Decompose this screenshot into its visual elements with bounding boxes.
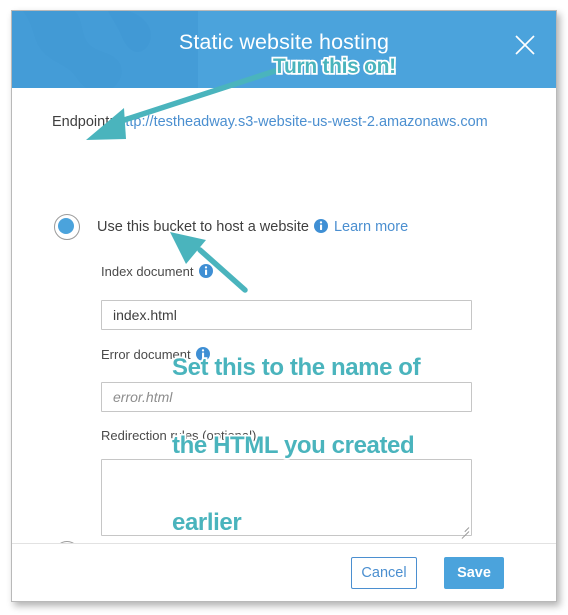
error-document-label: Error document xyxy=(101,347,214,362)
error-document-label-text: Error document xyxy=(101,347,191,362)
endpoint-url[interactable]: http://testheadway.s3-website-us-west-2.… xyxy=(117,114,487,130)
close-icon[interactable] xyxy=(513,33,537,57)
screenshot-stage: Static website hosting Endpoint: http://… xyxy=(0,0,568,615)
cancel-button[interactable]: Cancel xyxy=(351,557,417,589)
option-use-this-bucket[interactable]: Use this bucket to host a website Learn m… xyxy=(54,214,408,240)
static-website-hosting-dialog: Static website hosting Endpoint: http://… xyxy=(11,10,557,602)
dialog-footer: Cancel Save xyxy=(12,543,556,601)
dialog-title: Static website hosting xyxy=(178,30,390,54)
index-document-label: Index document xyxy=(101,264,217,279)
redirection-rules-textarea[interactable] xyxy=(101,459,472,536)
dialog-body: Endpoint: http://testheadway.s3-website-… xyxy=(12,88,556,601)
save-button[interactable]: Save xyxy=(444,557,504,589)
error-document-input[interactable] xyxy=(101,382,472,412)
index-document-input[interactable] xyxy=(101,300,472,330)
endpoint-label: Endpoint: xyxy=(52,114,114,130)
redirection-rules-label: Redirection rules (optional) xyxy=(101,428,257,443)
info-icon[interactable] xyxy=(313,219,328,233)
endpoint-row: Endpoint: http://testheadway.s3-website-… xyxy=(52,114,488,130)
index-document-label-text: Index document xyxy=(101,264,194,279)
option-use-this-bucket-text: Use this bucket to host a website xyxy=(97,219,309,235)
info-icon[interactable] xyxy=(195,347,210,361)
info-icon[interactable] xyxy=(198,264,213,278)
radio-use-this-bucket[interactable] xyxy=(54,214,80,240)
dialog-header: Static website hosting xyxy=(12,11,556,88)
option-use-this-bucket-label: Use this bucket to host a website Learn m… xyxy=(97,219,408,235)
learn-more-link-use-bucket[interactable]: Learn more xyxy=(334,219,408,235)
redirection-rules-wrapper xyxy=(101,459,472,539)
